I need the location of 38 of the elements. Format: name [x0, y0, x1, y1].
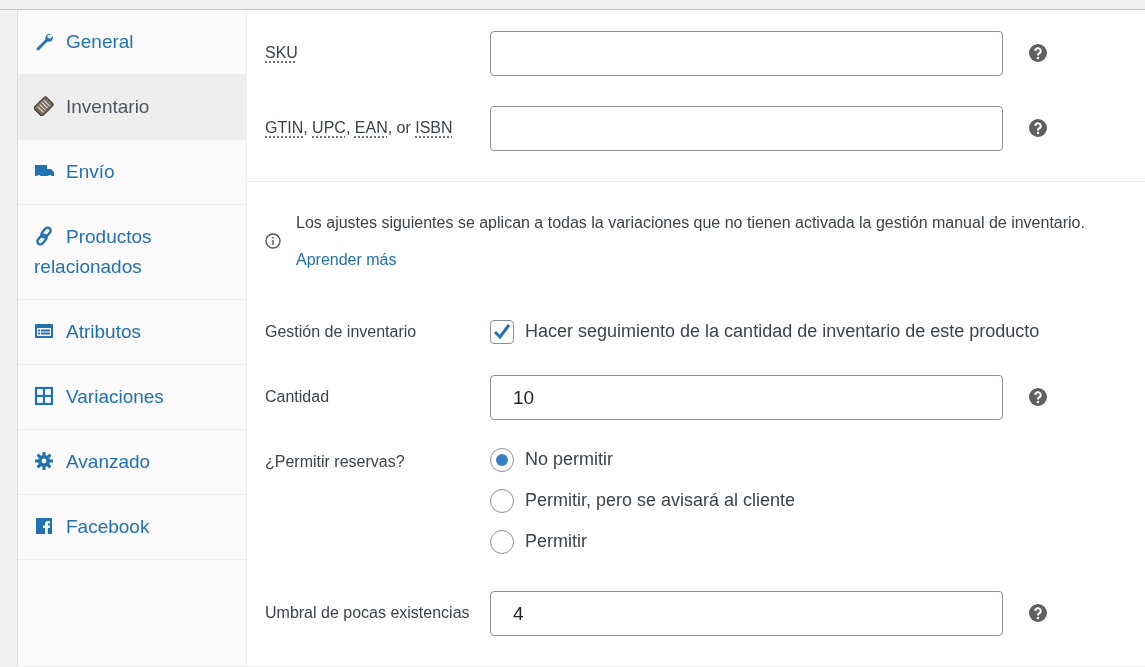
grid-icon — [34, 386, 54, 406]
wrench-icon — [34, 31, 54, 51]
input-field[interactable] — [490, 106, 1003, 151]
sidebar-tab[interactable]: Inventario — [18, 75, 246, 140]
sidebar-tab[interactable]: Productos relacionados — [18, 205, 246, 300]
learn-more-link[interactable]: Aprender más — [296, 251, 397, 268]
help-icon[interactable] — [1029, 604, 1047, 622]
field-label: Gestión de inventario — [265, 321, 418, 342]
radio-button[interactable] — [490, 488, 514, 513]
radio-button[interactable] — [490, 447, 514, 472]
field-label: SKU — [265, 43, 299, 63]
input-field[interactable] — [490, 31, 1003, 76]
sidebar-tab[interactable]: Avanzado — [18, 430, 246, 495]
help-icon[interactable] — [1029, 44, 1047, 62]
facebook-icon — [34, 516, 54, 536]
notice-text: Los ajustes siguientes se aplican a todas la variaciones que no tienen activada la gestión manual de inventario. Aprender más — [296, 213, 1086, 270]
input-field[interactable]: 10 — [490, 375, 1003, 420]
help-icon[interactable] — [1029, 119, 1047, 137]
help-icon[interactable] — [1029, 388, 1047, 406]
gear-icon — [34, 451, 54, 471]
field-label: Umbral de pocas existencias — [265, 603, 471, 623]
radio-label: No permitir — [525, 448, 613, 471]
input-field[interactable]: 4 — [490, 591, 1003, 636]
radio-label: Permitir, pero se avisará al cliente — [525, 489, 796, 512]
field-label: Cantidad — [265, 387, 331, 407]
sidebar-tab[interactable]: Envío — [18, 140, 246, 205]
radio-button[interactable] — [490, 529, 514, 554]
checkbox-label: Hacer seguimiento de la cantidad de inventario de este producto — [525, 320, 1040, 343]
checkbox[interactable] — [490, 319, 514, 344]
field-label: GTIN, UPC, EAN, or ISBN — [265, 118, 454, 138]
info-icon — [265, 233, 281, 249]
sidebar-tab[interactable]: Variaciones — [18, 365, 246, 430]
radio-label: Permitir — [525, 530, 587, 553]
list-icon — [34, 321, 54, 341]
sidebar-tab[interactable]: Facebook — [18, 495, 246, 560]
link-icon — [34, 226, 54, 246]
sidebar-tab[interactable]: Atributos — [18, 300, 246, 365]
field-label: ¿Permitir reservas? — [265, 452, 406, 472]
